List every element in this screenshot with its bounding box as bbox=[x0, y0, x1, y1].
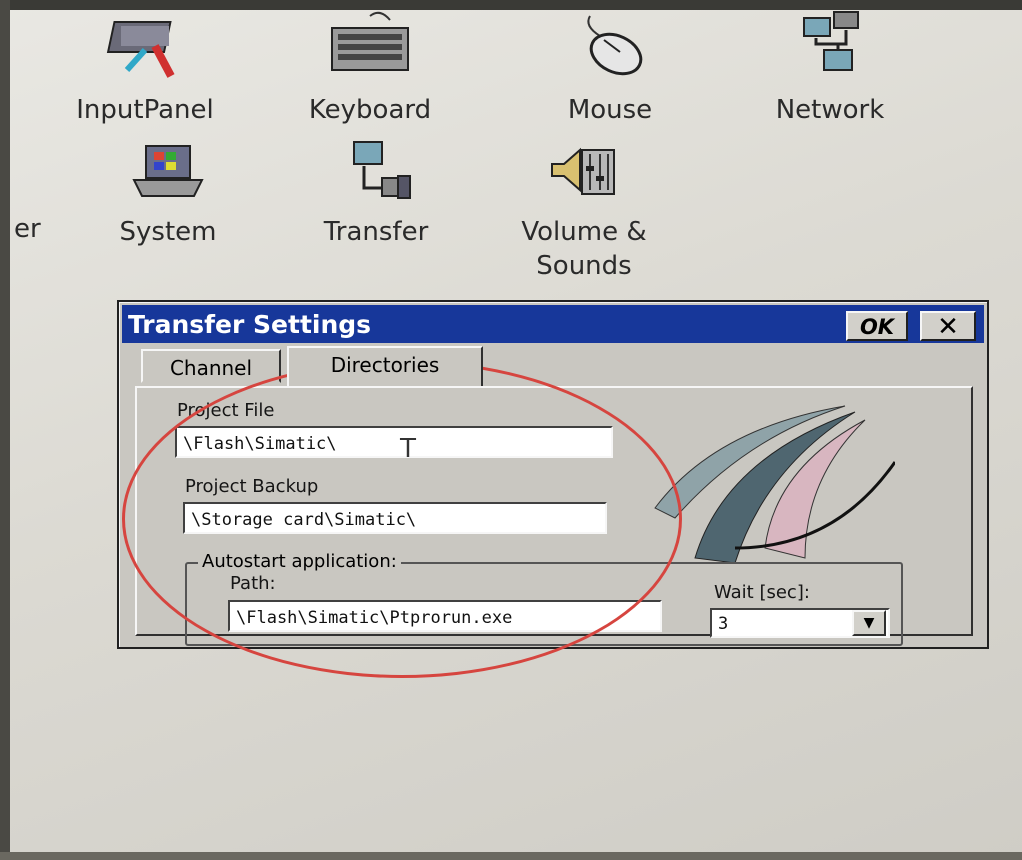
transfer-icon bbox=[353, 141, 411, 199]
wait-value: 3 bbox=[718, 614, 729, 634]
wait-label: Wait [sec]: bbox=[714, 582, 810, 603]
system-icon bbox=[132, 145, 204, 197]
mouse-icon bbox=[587, 15, 643, 76]
dialog-title: Transfer Settings bbox=[128, 310, 372, 339]
input-panel-icon bbox=[106, 21, 175, 78]
autostart-path-field[interactable]: \Flash\Simatic\Ptprorun.exe bbox=[228, 600, 662, 632]
path-label: Path: bbox=[230, 573, 276, 594]
icon-label: Volume & Sounds bbox=[521, 217, 647, 281]
project-backup-label: Project Backup bbox=[185, 476, 319, 497]
ok-button[interactable]: OK bbox=[846, 311, 908, 341]
network-icon bbox=[803, 11, 859, 71]
screen-bezel-bottom bbox=[0, 852, 1022, 860]
dialog-title-bar[interactable]: Transfer Settings OK ✕ bbox=[122, 305, 984, 343]
project-file-label: Project File bbox=[177, 400, 275, 421]
desktop-icon-system[interactable]: System bbox=[88, 140, 248, 249]
desktop-icon-keyboard[interactable]: Keyboard bbox=[280, 10, 460, 127]
chevron-down-icon[interactable]: ▼ bbox=[852, 610, 886, 636]
close-button[interactable]: ✕ bbox=[920, 311, 976, 341]
icon-label: InputPanel bbox=[76, 95, 214, 125]
icon-label: Transfer bbox=[323, 217, 429, 247]
desktop-icon-volume-sounds[interactable]: Volume & Sounds bbox=[494, 140, 674, 283]
volume-sounds-icon bbox=[551, 147, 615, 195]
project-file-field[interactable]: \Flash\Simatic\ bbox=[175, 426, 613, 458]
icon-label: Mouse bbox=[567, 95, 653, 125]
icon-label: Network bbox=[775, 95, 885, 125]
desktop-icon-network[interactable]: Network bbox=[740, 10, 920, 127]
desktop-icon-transfer[interactable]: Transfer bbox=[296, 140, 456, 249]
desktop-icon-partial[interactable]: er bbox=[14, 212, 54, 246]
autostart-group-title: Autostart application: bbox=[198, 551, 401, 572]
icon-label: Keyboard bbox=[308, 95, 432, 125]
tab-directories[interactable]: Directories bbox=[287, 346, 483, 386]
screen-bezel-top bbox=[0, 0, 1022, 10]
icon-label: er bbox=[14, 214, 41, 244]
desktop-icon-inputpanel[interactable]: InputPanel bbox=[50, 10, 240, 127]
text-cursor-icon: Ｔ bbox=[395, 434, 422, 464]
tab-channel[interactable]: Channel bbox=[141, 349, 281, 383]
desktop-icon-mouse[interactable]: Mouse bbox=[520, 10, 700, 127]
logo-swoosh-icon bbox=[654, 405, 895, 564]
icon-label: System bbox=[119, 217, 217, 247]
screen-bezel-left bbox=[0, 0, 10, 860]
project-backup-field[interactable]: \Storage card\Simatic\ bbox=[183, 502, 607, 534]
keyboard-icon bbox=[331, 11, 409, 71]
